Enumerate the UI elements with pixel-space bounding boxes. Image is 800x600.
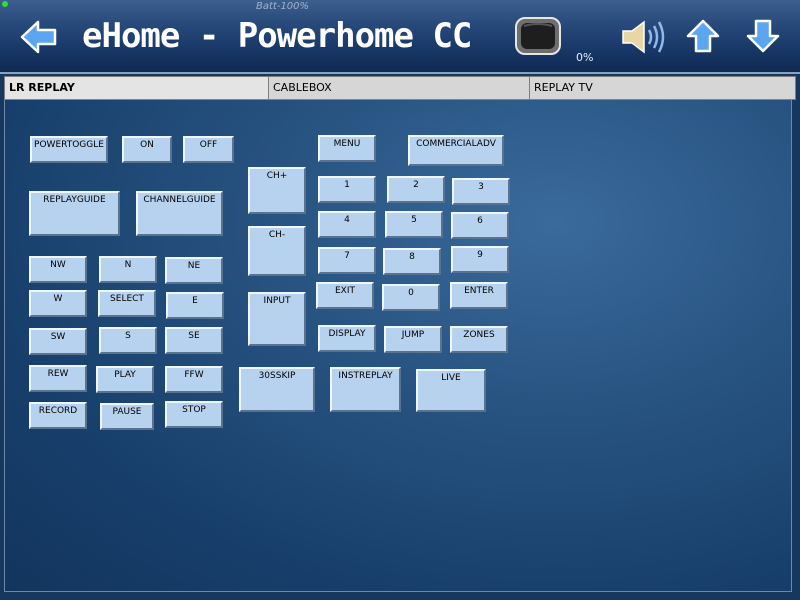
channelguide-button[interactable]: CHANNELGUIDE <box>136 191 223 236</box>
ffw-button[interactable]: FFW <box>165 366 223 393</box>
rew-button[interactable]: REW <box>29 365 87 392</box>
tab-replay-tv[interactable]: REPLAY TV <box>530 77 795 99</box>
tab-lr-replay[interactable]: LR REPLAY <box>5 77 269 99</box>
menu-button[interactable]: MENU <box>318 135 376 162</box>
tab-cablebox[interactable]: CABLEBOX <box>269 77 530 99</box>
exit-button[interactable]: EXIT <box>316 282 374 309</box>
number-4-button[interactable]: 4 <box>318 211 376 238</box>
powertoggle-button[interactable]: POWERTOGGLE <box>30 136 108 163</box>
display-button[interactable]: DISPLAY <box>318 325 376 352</box>
down-arrow-icon[interactable] <box>746 19 780 53</box>
battery-status: Batt-100% <box>256 1 310 12</box>
header-bar: Batt-100% eHome - Powerhome CC 0% <box>0 0 800 74</box>
zones-button[interactable]: ZONES <box>450 326 508 353</box>
number-1-button[interactable]: 1 <box>318 176 376 203</box>
number-8-button[interactable]: 8 <box>383 248 441 275</box>
device-tab-bar: LR REPLAY CABLEBOX REPLAY TV <box>4 76 796 100</box>
commercialadv-button[interactable]: COMMERCIALADV <box>408 135 504 166</box>
replayguide-button[interactable]: REPLAYGUIDE <box>29 191 120 236</box>
se-button[interactable]: SE <box>165 327 223 354</box>
number-2-button[interactable]: 2 <box>387 176 445 203</box>
back-arrow-icon[interactable] <box>20 20 58 54</box>
number-7-button[interactable]: 7 <box>318 247 376 274</box>
nw-button[interactable]: NW <box>29 256 87 283</box>
play-button[interactable]: PLAY <box>96 366 154 393</box>
number-0-button[interactable]: 0 <box>382 284 440 311</box>
up-arrow-icon[interactable] <box>686 19 720 53</box>
s-button[interactable]: S <box>99 327 157 354</box>
page-title: eHome - Powerhome CC <box>82 16 472 56</box>
instreplay-button[interactable]: INSTREPLAY <box>330 367 401 412</box>
status-indicator <box>2 1 8 7</box>
record-button[interactable]: RECORD <box>29 402 87 429</box>
remote-panel: POWERTOGGLE ON OFF MENU COMMERCIALADV RE… <box>4 99 792 592</box>
on-button[interactable]: ON <box>122 136 172 163</box>
e-button[interactable]: E <box>166 292 224 319</box>
speaker-icon[interactable] <box>620 18 668 56</box>
sw-button[interactable]: SW <box>29 328 87 355</box>
ne-button[interactable]: NE <box>165 257 223 284</box>
w-button[interactable]: W <box>29 290 87 317</box>
jump-button[interactable]: JUMP <box>384 326 442 353</box>
pause-button[interactable]: PAUSE <box>100 403 154 430</box>
live-button[interactable]: LIVE <box>416 369 486 412</box>
stop-button[interactable]: STOP <box>165 401 223 428</box>
number-5-button[interactable]: 5 <box>385 211 443 238</box>
number-3-button[interactable]: 3 <box>452 178 510 205</box>
off-button[interactable]: OFF <box>183 136 234 163</box>
enter-button[interactable]: ENTER <box>450 282 508 309</box>
volume-percent: 0% <box>576 51 594 64</box>
number-6-button[interactable]: 6 <box>451 212 509 239</box>
channel-up-button[interactable]: CH+ <box>248 167 306 214</box>
input-button[interactable]: INPUT <box>248 292 306 346</box>
channel-down-button[interactable]: CH- <box>248 226 306 276</box>
30s-skip-button[interactable]: 30SSKIP <box>239 367 315 412</box>
tv-screen-icon[interactable] <box>514 16 562 58</box>
number-9-button[interactable]: 9 <box>451 246 509 273</box>
select-button[interactable]: SELECT <box>98 290 156 317</box>
n-button[interactable]: N <box>99 256 157 283</box>
